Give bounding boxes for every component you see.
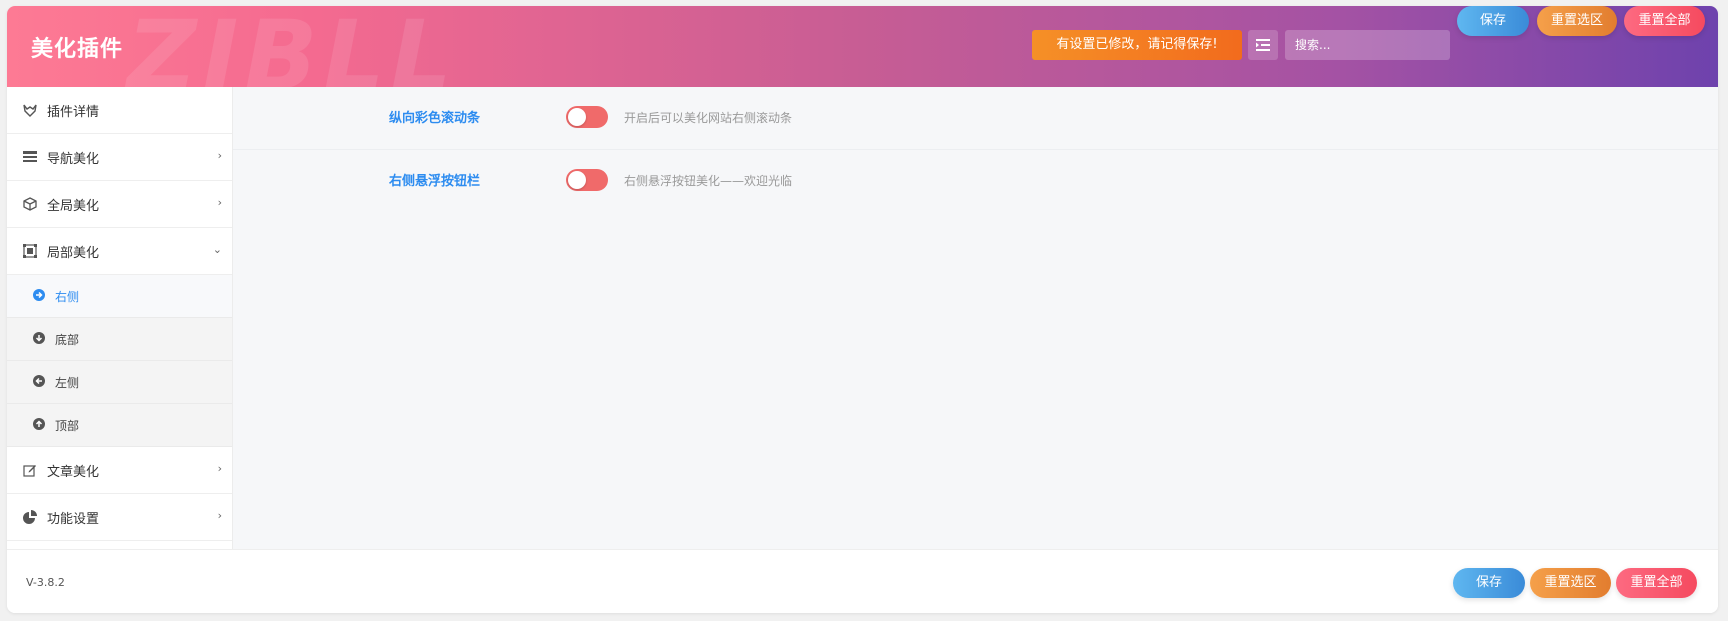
list-indent-icon [1256,39,1270,51]
sidebar-item-feature-settings[interactable]: 功能设置 › [7,494,232,541]
save-button[interactable]: 保存 [1457,6,1529,36]
options-panel: ZIBLL 美化插件 有设置已修改，请记得保存! 保存 重置选区 重置全部 插件… [7,6,1718,613]
setting-row-scrollbar: 纵向彩色滚动条 开启后可以美化网站右侧滚动条 [233,87,1718,150]
setting-row-float-buttons: 右侧悬浮按钮栏 右侧悬浮按钮美化——欢迎光临 [233,150,1718,212]
sidebar-item-label: 导航美化 [47,151,100,167]
chevron-right-icon: › [217,462,222,475]
sidebar-item-local-beautify[interactable]: 局部美化 ⌄ [7,228,232,275]
sidebar-subitem-bottom[interactable]: 底部 [7,318,232,361]
arrow-circle-down-icon [33,332,47,346]
scrollbar-toggle[interactable] [566,106,608,128]
sidebar-item-label: 文章美化 [47,464,100,480]
footer-save-button[interactable]: 保存 [1453,568,1525,598]
arrow-circle-right-icon [33,289,47,303]
setting-title: 纵向彩色滚动条 [388,111,480,126]
sidebar-item-label: 全局美化 [47,198,100,214]
footer-reset-section-button[interactable]: 重置选区 [1530,568,1611,598]
unsaved-notice: 有设置已修改，请记得保存! [1032,30,1242,60]
toggle-knob [568,108,586,126]
header-watermark: ZIBLL [127,6,458,87]
footer-reset-all-button[interactable]: 重置全部 [1616,568,1697,598]
sidebar: 插件详情 导航美化 › 全局美化 › 局部美化 ⌄ 右侧 底部 左侧 顶部 文章… [7,87,233,549]
sidebar-item-nav-beautify[interactable]: 导航美化 › [7,134,232,181]
object-group-icon [21,242,39,260]
sidebar-item-label: 局部美化 [47,245,100,261]
sidebar-item-label: 功能设置 [47,511,100,527]
sidebar-item-label: 插件详情 [47,104,100,120]
setting-description: 右侧悬浮按钮美化——欢迎光临 [624,174,793,188]
footer-bar: V-3.8.2 保存 重置选区 重置全部 [7,549,1718,613]
sidebar-subitem-label: 右侧 [55,289,80,304]
sidebar-subitem-top[interactable]: 顶部 [7,404,232,447]
chevron-down-icon: ⌄ [212,243,222,256]
pie-chart-icon [21,508,39,526]
edit-icon [21,461,39,479]
sidebar-item-plugin-details[interactable]: 插件详情 [7,87,232,134]
sidebar-subitem-right[interactable]: 右侧 [7,275,232,318]
header-bar: ZIBLL 美化插件 有设置已修改，请记得保存! 保存 重置选区 重置全部 [7,6,1718,87]
sidebar-subitem-label: 左侧 [55,375,80,390]
arrow-circle-left-icon [33,375,47,389]
reset-section-button[interactable]: 重置选区 [1537,6,1617,36]
float-buttons-toggle[interactable] [566,169,608,191]
setting-description: 开启后可以美化网站右侧滚动条 [624,111,793,125]
version-label: V-3.8.2 [26,576,65,589]
fox-icon [21,101,39,119]
setting-title: 右侧悬浮按钮栏 [388,174,480,189]
navbar-icon [21,148,39,166]
toggle-knob [568,171,586,189]
sidebar-subitem-label: 底部 [55,332,80,347]
chevron-right-icon: › [217,509,222,522]
cube-icon [21,195,39,213]
chevron-right-icon: › [217,149,222,162]
arrow-circle-up-icon [33,418,47,432]
page-title: 美化插件 [31,37,124,62]
sidebar-item-global-beautify[interactable]: 全局美化 › [7,181,232,228]
settings-content: 纵向彩色滚动条 开启后可以美化网站右侧滚动条 右侧悬浮按钮栏 右侧悬浮按钮美化—… [233,87,1718,549]
sidebar-subitem-left[interactable]: 左侧 [7,361,232,404]
sidebar-subitem-label: 顶部 [55,418,80,433]
expand-all-button[interactable] [1248,30,1278,60]
sidebar-item-article-beautify[interactable]: 文章美化 › [7,447,232,494]
search-input[interactable] [1285,30,1450,60]
sidebar-subnav: 右侧 底部 左侧 顶部 [7,275,232,447]
reset-all-button[interactable]: 重置全部 [1624,6,1705,36]
chevron-right-icon: › [217,196,222,209]
